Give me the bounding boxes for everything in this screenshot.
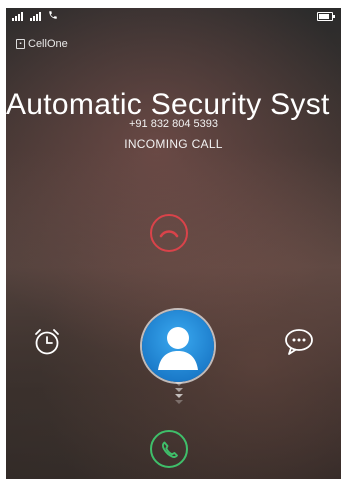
remind-me-button[interactable]: [30, 324, 64, 358]
carrier-name: CellOne: [28, 38, 68, 50]
alarm-clock-icon: [35, 329, 59, 355]
phone-icon: [48, 10, 58, 20]
caller-name: Automatic Security Syst: [6, 88, 330, 121]
reply-message-button[interactable]: [282, 324, 316, 358]
sim-icon: ▪: [16, 39, 25, 49]
chevron-down-icon: [175, 382, 183, 386]
caller-number: +91 832 804 5393: [128, 118, 218, 130]
carrier-label: ▪ CellOne: [16, 38, 68, 50]
chevron-down-icon: [175, 388, 183, 392]
status-bar: [6, 8, 341, 26]
swipe-hint-arrows: [172, 382, 186, 404]
accept-call-button[interactable]: [150, 430, 188, 468]
signal-icon: [12, 12, 23, 21]
battery-icon: [317, 12, 335, 21]
chevron-down-icon: [175, 400, 183, 404]
call-status: INCOMING CALL: [124, 137, 223, 151]
incoming-call-screen: ▪ CellOne Automatic Security Syst +91 83…: [6, 8, 341, 479]
message-bubble-icon: [285, 329, 313, 355]
decline-call-icon: [159, 230, 179, 238]
signal-icon: [30, 12, 41, 21]
decline-call-button[interactable]: [150, 214, 188, 252]
accept-call-icon: [161, 441, 178, 458]
caller-avatar[interactable]: [142, 310, 214, 382]
person-icon: [158, 327, 198, 370]
chevron-down-icon: [175, 394, 183, 398]
